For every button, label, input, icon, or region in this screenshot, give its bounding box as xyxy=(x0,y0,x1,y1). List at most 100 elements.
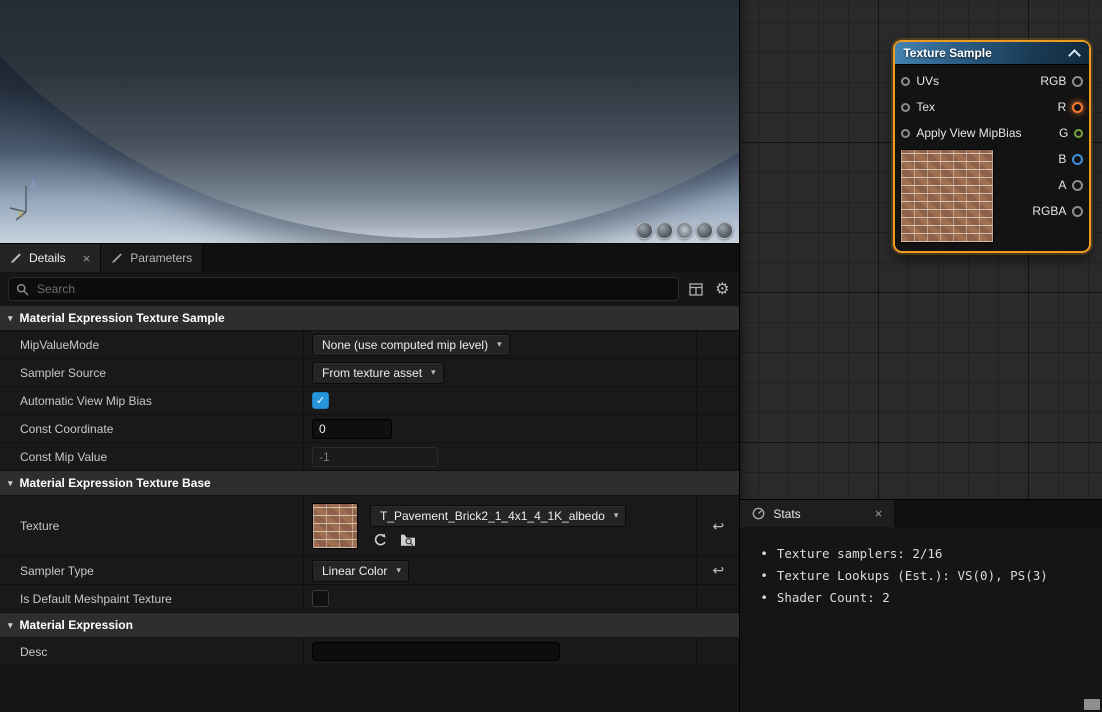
stat-text: Shader Count: 2 xyxy=(776,590,890,606)
tab-details[interactable]: Details × xyxy=(0,244,102,272)
tab-parameters[interactable]: Parameters xyxy=(101,244,204,272)
input-tex: Tex xyxy=(895,94,1021,120)
section-texture-sample[interactable]: ▾ Material Expression Texture Sample xyxy=(0,306,740,331)
material-ball-preview-icon[interactable] xyxy=(716,222,734,239)
tab-parameters-label: Parameters xyxy=(130,251,193,265)
output-b: B xyxy=(1032,146,1089,172)
node-header[interactable]: Texture Sample xyxy=(895,42,1090,65)
output-pin-b[interactable] xyxy=(1072,153,1084,165)
input-pin-apply-view-mipbias[interactable] xyxy=(901,128,911,138)
details-pencil-icon xyxy=(11,253,21,263)
use-selected-asset-icon[interactable] xyxy=(372,532,388,548)
texture-thumbnail[interactable] xyxy=(312,503,358,549)
chevron-down-icon: ▾ xyxy=(431,367,436,377)
property-grid: ▾ Material Expression Texture Sample Mip… xyxy=(0,306,740,712)
output-r: R xyxy=(1032,94,1089,120)
texture-asset-dropdown[interactable]: T_Pavement_Brick2_1_4x1_4_1K_albedo ▾ xyxy=(370,504,627,527)
details-tabbar: Details × Parameters xyxy=(0,244,740,272)
output-pin-a[interactable] xyxy=(1072,179,1084,191)
section-material-expression[interactable]: ▾ Material Expression xyxy=(0,613,740,638)
right-column: Texture Sample UVs Tex Apply View MipBia… xyxy=(739,0,1102,712)
automatic-view-mip-bias-checkbox[interactable]: ✓ xyxy=(312,392,329,409)
output-pin-rgba[interactable] xyxy=(1072,205,1084,217)
plane-preview-icon[interactable] xyxy=(676,222,694,239)
cylinder-preview-icon[interactable] xyxy=(636,222,654,239)
output-pin-rgb[interactable] xyxy=(1072,75,1084,87)
settings-gear-icon[interactable]: ⚙ xyxy=(713,280,731,298)
stats-tabbar: Stats × xyxy=(740,500,1102,528)
output-label: RGBA xyxy=(1032,204,1067,218)
search-input[interactable] xyxy=(35,281,672,297)
row-sampler-source: Sampler Source From texture asset ▾ xyxy=(0,359,740,387)
material-preview-viewport[interactable]: z x xyxy=(0,0,740,243)
row-mip-value-mode: MipValueMode None (use computed mip leve… xyxy=(0,331,740,359)
reset-to-default-button[interactable]: ↩ xyxy=(712,518,724,535)
const-coordinate-input[interactable] xyxy=(312,418,392,439)
preview-sphere xyxy=(0,0,740,238)
mip-value-mode-dropdown[interactable]: None (use computed mip level) ▾ xyxy=(312,333,510,356)
scrollbar-corner[interactable] xyxy=(1084,699,1100,710)
stat-line-texture-samplers: • Texture samplers: 2/16 xyxy=(760,543,1102,565)
input-pin-uvs[interactable] xyxy=(901,76,911,86)
is-default-meshpaint-texture-checkbox[interactable] xyxy=(312,590,329,607)
output-pin-g[interactable] xyxy=(1074,128,1084,138)
input-label: Apply View MipBias xyxy=(916,126,1022,140)
row-const-mip-value: Const Mip Value xyxy=(0,443,740,471)
stats-panel: Stats × • Texture samplers: 2/16 • Textu… xyxy=(740,499,1102,712)
stats-content: • Texture samplers: 2/16 • Texture Looku… xyxy=(740,527,1102,712)
tab-stats-label: Stats xyxy=(773,506,801,521)
output-label: G xyxy=(1058,126,1069,140)
row-automatic-view-mip-bias: Automatic View Mip Bias ✓ xyxy=(0,387,740,415)
section-collapse-icon[interactable]: ▾ xyxy=(8,620,13,631)
node-outputs: RGB R G B A RGBA xyxy=(1032,68,1089,224)
axis-gizmo: z x xyxy=(6,178,52,224)
row-sampler-type: Sampler Type Linear Color ▾ ↩ xyxy=(0,557,740,585)
details-panel: Details × Parameters Search ⚙ ▾ Material… xyxy=(0,243,740,712)
tab-stats[interactable]: Stats × xyxy=(740,500,896,528)
browse-to-asset-icon[interactable] xyxy=(400,532,416,548)
sampler-type-dropdown[interactable]: Linear Color ▾ xyxy=(312,559,409,582)
texture-sample-node[interactable]: Texture Sample UVs Tex Apply View MipBia… xyxy=(893,40,1092,253)
sphere-preview-icon[interactable] xyxy=(656,222,674,239)
input-label: Tex xyxy=(916,100,936,114)
cube-preview-icon[interactable] xyxy=(696,222,714,239)
desc-input[interactable] xyxy=(312,642,560,661)
node-body: UVs Tex Apply View MipBias RGB R G B A R… xyxy=(895,65,1089,251)
sampler-source-dropdown[interactable]: From texture asset ▾ xyxy=(312,361,444,384)
const-mip-value-input[interactable] xyxy=(312,446,438,467)
input-apply-view-mipbias: Apply View MipBias xyxy=(895,120,1022,146)
property-label: Sampler Source xyxy=(0,359,304,386)
section-collapse-icon[interactable]: ▾ xyxy=(8,313,13,324)
search-icon xyxy=(16,283,29,296)
input-label: UVs xyxy=(916,74,939,88)
details-search-row: ⚙ xyxy=(0,272,740,306)
output-pin-r[interactable] xyxy=(1072,101,1084,113)
axis-gizmo-lines xyxy=(9,186,27,221)
row-const-coordinate: Const Coordinate xyxy=(0,415,740,443)
node-inputs: UVs Tex Apply View MipBias xyxy=(895,68,1022,146)
bullet: • xyxy=(760,568,768,584)
collapse-chevron-up-icon[interactable] xyxy=(1068,49,1082,62)
output-rgba: RGBA xyxy=(1032,198,1089,224)
left-column: z x Details × Parameters Search ⚙ ▾ Mate… xyxy=(0,0,740,712)
section-texture-base[interactable]: ▾ Material Expression Texture Base xyxy=(0,471,740,496)
display-filter-icon[interactable] xyxy=(687,280,705,298)
close-tab-icon[interactable]: × xyxy=(83,252,91,265)
property-label: Desc xyxy=(0,638,304,665)
tab-details-label: Details xyxy=(29,251,66,265)
reset-to-default-button[interactable]: ↩ xyxy=(712,562,724,579)
row-is-default-meshpaint-texture: Is Default Meshpaint Texture xyxy=(0,585,740,613)
close-stats-icon[interactable]: × xyxy=(875,506,883,521)
property-label: Const Mip Value xyxy=(0,443,304,470)
input-pin-tex[interactable] xyxy=(901,102,911,112)
stats-gauge-icon xyxy=(752,507,765,520)
property-label: MipValueMode xyxy=(0,331,304,358)
material-graph-canvas[interactable]: Texture Sample UVs Tex Apply View MipBia… xyxy=(740,0,1102,500)
node-texture-preview xyxy=(900,149,995,243)
chevron-down-icon: ▾ xyxy=(396,565,401,575)
section-collapse-icon[interactable]: ▾ xyxy=(8,478,13,489)
section-title: Material Expression xyxy=(19,618,133,632)
row-desc: Desc xyxy=(0,638,740,666)
stat-line-texture-lookups: • Texture Lookups (Est.): VS(0), PS(3) xyxy=(760,565,1102,587)
property-label: Texture xyxy=(0,496,304,556)
